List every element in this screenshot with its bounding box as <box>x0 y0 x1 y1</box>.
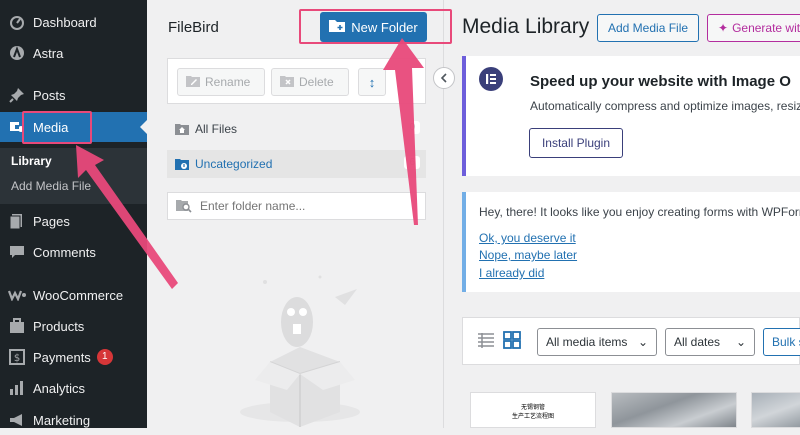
tutorial-arrows <box>76 38 424 289</box>
